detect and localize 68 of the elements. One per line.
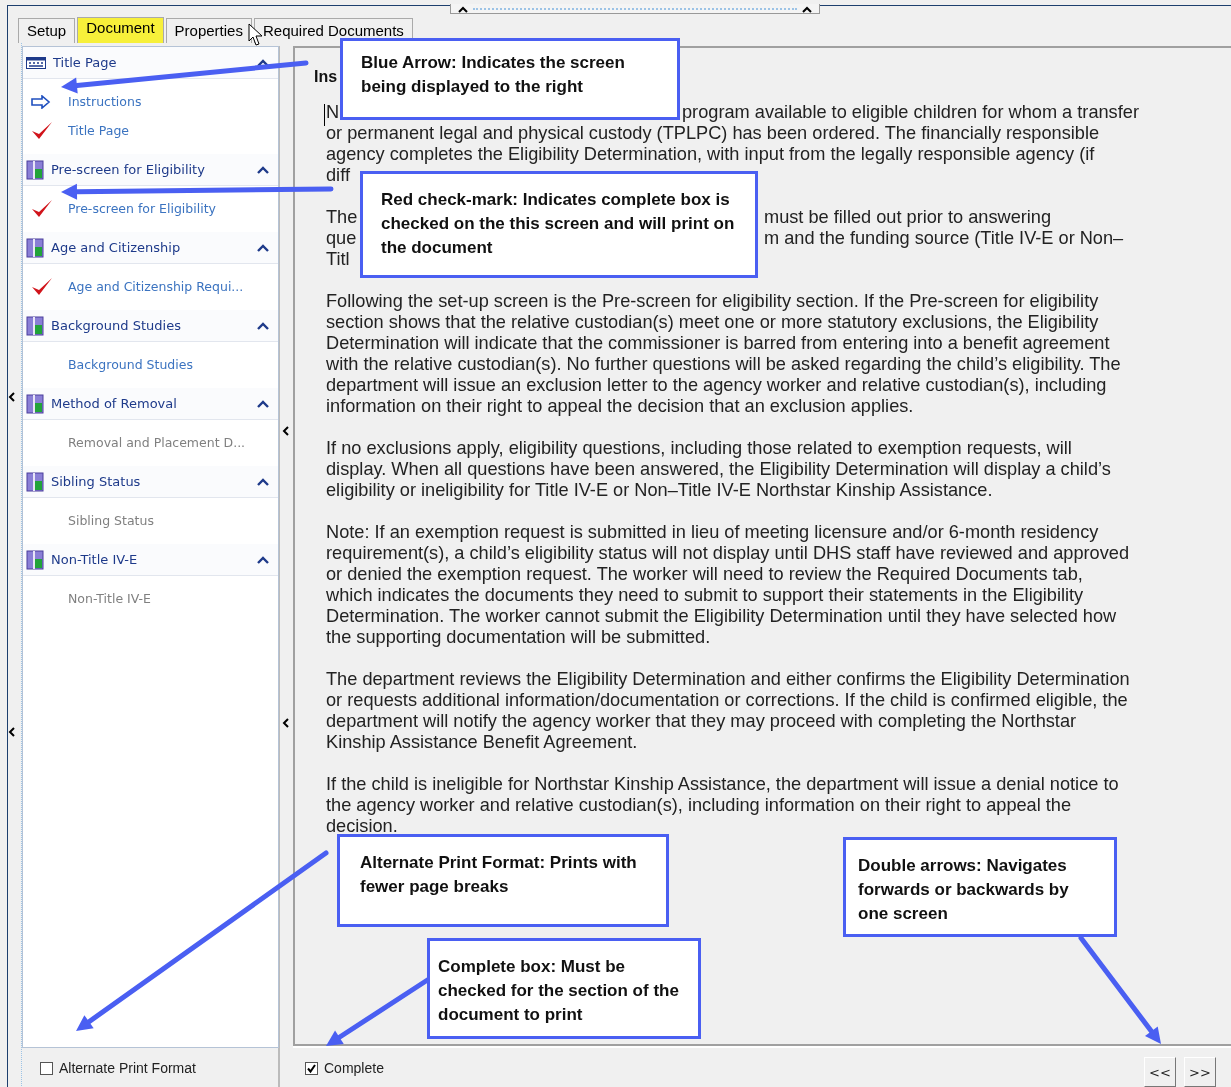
caret-up-icon xyxy=(256,554,270,565)
outline-item[interactable]: Pre-screen for Eligibility xyxy=(68,201,216,216)
binder-icon xyxy=(26,237,44,258)
nav-button[interactable]: << xyxy=(1144,1057,1176,1087)
tab[interactable]: Setup xyxy=(18,18,76,43)
paragraph-text: m and the funding source (Title IV-E or Non– xyxy=(764,228,1124,249)
section-header[interactable]: Title Page xyxy=(23,47,278,79)
section-header[interactable]: Method of Removal xyxy=(23,388,278,420)
collapse-icon xyxy=(282,426,290,436)
callout-note: Alternate Print Format: Prints with fewer page breaks xyxy=(337,834,669,927)
section-header[interactable]: Age and Citizenship xyxy=(23,232,278,264)
paragraph-text: Titl xyxy=(326,249,350,270)
paragraph-text: must be filled out prior to answering xyxy=(764,207,1052,228)
caret-up-icon xyxy=(256,476,270,487)
outline-item[interactable]: Background Studies xyxy=(68,357,193,372)
nav-button[interactable]: >> xyxy=(1184,1057,1216,1087)
paragraph-text: If the child is ineligible for Northstar Kinship Assistance, the department will issue a denial notice to the agency worker and relative custodian(s), including information on their right to appeal the decision. xyxy=(326,774,1120,837)
paragraph-text: If no exclusions apply, eligibility questions, including those related to exemption requests, will display. When all questions have been answered, the Eligibility Determination will display a child’s eligibility or ineligibility for Title IV-E or Non–Title IV-E Northstar Kinship Assistance. xyxy=(326,438,1112,501)
outline-item[interactable]: Instructions xyxy=(68,94,142,109)
binder-icon xyxy=(26,471,44,492)
collapse-icon xyxy=(8,392,16,402)
paragraph-text: N xyxy=(326,102,340,123)
section-title: Title Page xyxy=(53,55,118,70)
callout-note: Complete box: Must be checked for the section of the document to print xyxy=(427,938,701,1039)
collapse-icon xyxy=(8,727,16,737)
callout-note: Double arrows: Navigates forwards or backwards by one screen xyxy=(843,837,1117,937)
outline-item[interactable]: Age and Citizenship Requi... xyxy=(68,279,244,294)
keyboard-icon xyxy=(26,56,46,69)
section-title: Background Studies xyxy=(51,318,182,333)
collapse-icon xyxy=(282,718,290,728)
paragraph-text: The xyxy=(326,207,358,228)
callout-note: Blue Arrow: Indicates the screen being displayed to the right xyxy=(340,38,680,120)
alternate-print-checkbox[interactable]: Alternate Print Format xyxy=(40,1060,196,1076)
section-title: Pre-screen for Eligibility xyxy=(51,162,206,177)
section-header[interactable]: Sibling Status xyxy=(23,466,278,498)
paragraph-text: Following the set-up screen is the Pre-screen for eligibility section. If the Pre-screen for eligibility section shows that the relative custodian(s) meet one or more statutory exclusions, the Eligibility Determination will indicate that the commissioner is barred from entering into a benefit agreement with the relative custodian(s). No further questions will be asked regarding the child’s eligibility. The department will issue an exclusion letter to the agency worker and relative custodian(s), including information on their right to appeal the decision that an exclusion applies. xyxy=(326,291,1122,417)
paragraph-text: program available to eligible children for whom a transfer xyxy=(682,102,1139,123)
callout-note: Red check-mark: Indicates complete box is checked on the this screen and will print on the document xyxy=(360,171,758,278)
caret-up-icon xyxy=(256,398,270,409)
section-title: Age and Citizenship xyxy=(51,240,182,255)
caret-up-icon xyxy=(256,242,270,253)
section-header[interactable]: Pre-screen for Eligibility xyxy=(23,154,278,186)
section-title: Sibling Status xyxy=(51,474,142,489)
tab[interactable]: Document xyxy=(77,17,164,43)
caret-up-icon xyxy=(256,57,270,68)
paragraph-text: agency completes the Eligibility Determination, with input from the legally responsible agency (if xyxy=(326,144,1095,165)
text-cursor xyxy=(324,104,325,126)
binder-icon xyxy=(26,315,44,336)
caret-up-icon xyxy=(256,320,270,331)
section-header[interactable]: Background Studies xyxy=(23,310,278,342)
paragraph-text: Note: If an exemption request is submitted in lieu of meeting licensure and/or 6-month residency requirement(s), a child’s eligibility status will not display until DHS staff have reviewed and approved or denied the exemption request. The worker will need to review the Required Documents tab, which indicates the documents they need to submit to support their statements in the Eligibility Determination. The worker cannot submit the Eligibility Determination until they have selected how the supporting documentation will be submitted. xyxy=(326,522,1130,648)
caret-up-icon xyxy=(256,164,270,175)
section-header[interactable]: Non-Title IV-E xyxy=(23,544,278,576)
paragraph-text: The department reviews the Eligibility Determination and either confirms the Eligibility Determination or requests additional information/documentation or corrections. If the child is confirmed eligible, the department will notify the agency worker that they may proceed with completing the Northstar Kinship Assistance Benefit Agreement. xyxy=(326,669,1131,753)
checkbox-checked-icon[interactable] xyxy=(305,1061,318,1075)
outline-item[interactable]: Title Page xyxy=(68,123,130,138)
complete-checkbox[interactable]: Complete xyxy=(305,1060,384,1076)
section-title: Method of Removal xyxy=(51,396,178,411)
paragraph-text: or permanent legal and physical custody (TPLPC) has been ordered. The financially responsible xyxy=(326,123,1100,144)
checkbox-icon[interactable] xyxy=(40,1061,53,1075)
paragraph-text: que xyxy=(326,228,357,249)
splitter-handle[interactable] xyxy=(450,4,820,14)
binder-icon xyxy=(26,393,44,414)
section-title: Non-Title IV-E xyxy=(51,552,139,567)
tab[interactable]: Properties xyxy=(165,18,252,43)
binder-icon xyxy=(26,549,44,570)
paragraph-text: diff xyxy=(326,165,350,186)
binder-icon xyxy=(26,159,44,180)
